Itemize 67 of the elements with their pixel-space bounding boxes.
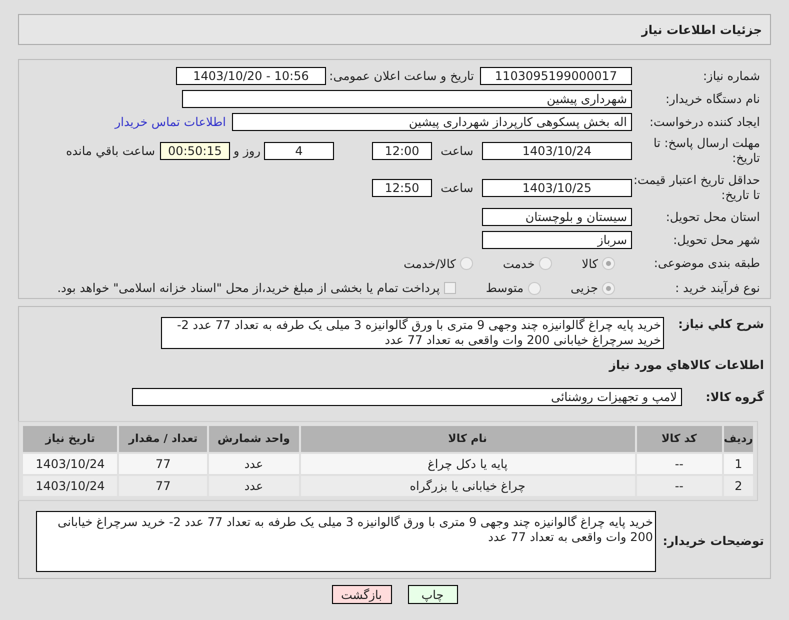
column-header: تعداد / مقدار (119, 426, 207, 452)
column-header: ردیف (724, 426, 753, 452)
table-cell: 2 (724, 476, 753, 496)
field-label: شهر محل تحویل: (672, 232, 760, 248)
field-label: نوع فرآیند خرید : (674, 280, 760, 296)
back-button[interactable]: بازگشت (332, 585, 392, 604)
table-cell: چراغ خیابانی یا بزرگراه (300, 476, 635, 496)
radio-label: متوسط (486, 280, 524, 298)
radio-label: خدمت (502, 256, 535, 273)
table-cell: 77 (119, 476, 207, 496)
field-label: استان محل تحویل: (664, 210, 760, 224)
days-field: 4 (264, 142, 334, 160)
need-description-textarea[interactable]: خرید پایه چراغ گالوانیزه چند وجهی 9 متری با ورق گالوانیزه 3 میلی یک طرفه به تعداد 77 عدد 2- خرید سرچراغ خیابانی 200 وات واقعی به تعداد 77 عدد (161, 317, 664, 349)
radio-button[interactable] (460, 257, 473, 270)
announcement-field: 1403/10/20 - 10:56 (176, 67, 326, 85)
radio-button[interactable] (538, 257, 552, 270)
remaining-time-field: 00:50:15 (160, 142, 230, 160)
goods-group-field: لامپ و تجهیزات روشنائی (132, 388, 682, 406)
column-header: واحد شمارش (208, 426, 299, 452)
days-label: روز و (232, 143, 262, 160)
time-field: 12:00 (372, 142, 432, 160)
field-label: شماره نیاز: (702, 68, 760, 84)
column-header: کد کالا (636, 426, 722, 452)
radio-button[interactable] (602, 257, 615, 270)
table-cell: 1403/10/24 (23, 476, 118, 496)
field-label: تاریخ و ساعت اعلان عمومی: (328, 68, 474, 84)
city-field: سرباز (482, 231, 632, 249)
radio-button[interactable] (528, 282, 541, 295)
need-number-field: 1103095199000017 (480, 67, 632, 85)
section-heading: اطلاعات کالاهاي مورد نیاز (609, 357, 764, 374)
requester-field: اله بخش پسکوهی کارپرداز شهرداری پیشین (232, 113, 632, 131)
field-label: نام دستگاه خریدار: (664, 92, 760, 106)
table-cell: پایه یا دکل چراغ (300, 454, 635, 474)
field-label: ایجاد کننده درخواست: (648, 114, 760, 130)
time-field: 12:50 (372, 179, 432, 197)
table-cell: 77 (119, 454, 207, 474)
table-cell: -- (636, 454, 722, 474)
field-label: گروه کالا: (704, 390, 764, 404)
field-label: شرح کلي نیاز: (677, 317, 764, 332)
table-cell: عدد (208, 476, 299, 496)
buyer-notes-textarea[interactable]: خرید پایه چراغ گالوانیزه چند وجهی 9 متری با ورق گالوانیزه 3 میلی یک طرفه به تعداد 77 عدد 2- خرید سرچراغ خیابانی 200 وات واقعی به تعداد 77 عدد (36, 511, 656, 572)
field-label: توضیحات خریدار: (662, 534, 764, 549)
table-cell: عدد (208, 454, 299, 474)
column-header: نام کالا (300, 426, 635, 452)
radio-button[interactable] (602, 282, 615, 295)
contact-link[interactable]: اطلاعات تماس خریدار (114, 113, 226, 131)
date-field: 1403/10/25 (482, 179, 632, 197)
time-label: ساعت (440, 180, 474, 197)
radio-label: کالا/خدمت (404, 256, 456, 273)
field-label: مهلت ارسال پاسخ: تا تاریخ: (652, 136, 760, 166)
page-title: جزئیات اطلاعات نیاز (641, 22, 762, 38)
table-cell: 1 (724, 454, 753, 474)
table-cell: -- (636, 476, 722, 496)
remaining-label: ساعت باقي مانده (66, 143, 155, 160)
payment-text: پرداخت تمام یا بخشی از مبلغ خرید،از محل "اسناد خزانه اسلامی" خواهد بود. (57, 280, 440, 298)
field-label: طبقه بندی موضوعی: (652, 256, 760, 272)
print-button[interactable]: چاپ (408, 585, 458, 604)
radio-label: جزیی (570, 280, 598, 298)
date-field: 1403/10/24 (482, 142, 632, 160)
buyer-name-field: شهرداری پیشین (182, 90, 632, 108)
radio-label: کالا (582, 256, 598, 273)
checkbox[interactable] (444, 282, 456, 294)
column-header: تاریخ نیاز (23, 426, 118, 452)
province-field: سیستان و بلوچستان (482, 208, 632, 226)
table-cell: 1403/10/24 (23, 454, 118, 474)
field-label: حداقل تاریخ اعتبار قیمت: تا تاریخ: (632, 173, 760, 203)
time-label: ساعت (440, 143, 474, 160)
